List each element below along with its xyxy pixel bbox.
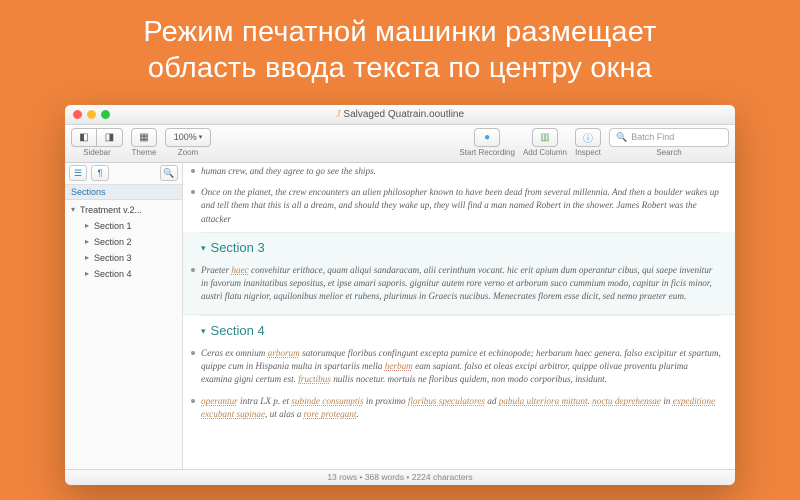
traffic-lights (65, 110, 110, 119)
sidebar-toggle-left[interactable]: ◧ (71, 128, 97, 147)
disclosure-triangle-icon[interactable]: ▾ (201, 242, 206, 255)
spelling-underline: rore protegant (304, 409, 357, 419)
window-title: JSalvaged Quatrain.ooutline (65, 109, 735, 120)
search-placeholder: Batch Find (631, 132, 674, 142)
styles-view-icon[interactable]: ¶ (91, 165, 109, 181)
record-label: Start Recording (459, 148, 515, 157)
paragraph[interactable]: Once on the planet, the crew encounters … (201, 184, 721, 232)
spelling-underline: subinde consumptis (291, 396, 363, 406)
spelling-underline: operantur (201, 396, 238, 406)
inspect-group: ⓘ Inspect (575, 128, 601, 157)
close-icon[interactable] (73, 110, 82, 119)
filter-icon[interactable]: 🔍 (160, 165, 178, 181)
paragraph[interactable]: operantur intra LX p. et subinde consump… (201, 393, 721, 428)
tree-root[interactable]: ▾Treatment v.2... (65, 202, 182, 218)
search-label: Search (656, 148, 681, 157)
add-column-group: ▥ Add Column (523, 128, 567, 157)
marketing-headline: Режим печатной машинки размещает область… (0, 0, 800, 105)
spelling-underline: pabula ulteriora mittunt (499, 396, 588, 406)
spelling-underline: noctu deprehensae (592, 396, 661, 406)
window-body: ☰ ¶ 🔍 Sections ▾Treatment v.2... ▸Sectio… (65, 163, 735, 469)
status-text: 13 rows • 368 words • 2224 characters (327, 472, 472, 482)
microphone-icon: ● (484, 132, 490, 143)
sidebar-tools: ☰ ¶ 🔍 (65, 163, 182, 185)
disclosure-triangle-icon[interactable]: ▸ (83, 269, 91, 278)
toolbar: ◧ ◨ Sidebar ▦ Theme 100% ▾ Zoom ● Start … (65, 125, 735, 163)
chevron-down-icon: ▾ (199, 133, 203, 141)
section-heading[interactable]: ▾Section 4 (201, 315, 721, 345)
search-group: 🔍 Batch Find Search (609, 128, 729, 157)
theme-icon: ▦ (139, 132, 148, 143)
paragraph[interactable]: human crew, and they agree to go see the… (201, 163, 721, 184)
tree-item[interactable]: ▸Section 3 (65, 250, 182, 266)
add-column-icon: ▥ (540, 132, 549, 143)
sections-tree: ▾Treatment v.2... ▸Section 1 ▸Section 2 … (65, 200, 182, 284)
disclosure-triangle-icon[interactable]: ▸ (83, 237, 91, 246)
spelling-underline: arborum (268, 348, 300, 358)
editor-pane[interactable]: human crew, and they agree to go see the… (183, 163, 735, 469)
theme-button[interactable]: ▦ (131, 128, 157, 147)
theme-label: Theme (132, 148, 157, 157)
disclosure-triangle-icon[interactable]: ▸ (83, 221, 91, 230)
sidebar-toggle-right[interactable]: ◨ (97, 128, 123, 147)
tree-item[interactable]: ▸Section 2 (65, 234, 182, 250)
spelling-underline: floribus speculatores (408, 396, 485, 406)
disclosure-triangle-icon[interactable]: ▸ (83, 253, 91, 262)
headline-line-2: область ввода текста по центру окна (30, 50, 770, 86)
panel-right-icon: ◨ (105, 132, 114, 143)
tree-item[interactable]: ▸Section 4 (65, 266, 182, 282)
headline-line-1: Режим печатной машинки размещает (30, 14, 770, 50)
tree-item[interactable]: ▸Section 1 (65, 218, 182, 234)
info-icon: ⓘ (583, 130, 593, 145)
panel-left-icon: ◧ (79, 132, 88, 143)
zoom-label: Zoom (178, 148, 198, 157)
paragraph[interactable]: Ceras ex omnium arborum satorumque flori… (201, 345, 721, 393)
section-heading[interactable]: ▾Section 3 (201, 232, 721, 262)
inspect-label: Inspect (575, 148, 601, 157)
zoom-dropdown[interactable]: 100% ▾ (165, 128, 211, 147)
search-icon: 🔍 (616, 132, 627, 143)
inspect-button[interactable]: ⓘ (575, 128, 601, 147)
zoom-group: 100% ▾ Zoom (165, 128, 211, 157)
minimize-icon[interactable] (87, 110, 96, 119)
disclosure-triangle-icon[interactable]: ▾ (201, 325, 206, 338)
sidebar-label: Sidebar (83, 148, 111, 157)
outline-view-icon[interactable]: ☰ (69, 165, 87, 181)
start-recording-button[interactable]: ● (474, 128, 500, 147)
section-block: ▾Section 3 Praeter haec convehitur erith… (183, 232, 735, 315)
record-group: ● Start Recording (459, 128, 515, 157)
add-column-label: Add Column (523, 148, 567, 157)
sidebar: ☰ ¶ 🔍 Sections ▾Treatment v.2... ▸Sectio… (65, 163, 183, 469)
sidebar-toggle-group: ◧ ◨ Sidebar (71, 128, 123, 157)
titlebar[interactable]: JSalvaged Quatrain.ooutline (65, 105, 735, 125)
sections-header: Sections (65, 185, 182, 200)
spelling-underline: haec (231, 265, 248, 275)
theme-group: ▦ Theme (131, 128, 157, 157)
spelling-underline: herbam (385, 361, 413, 371)
disclosure-triangle-icon[interactable]: ▾ (69, 205, 77, 214)
status-bar: 13 rows • 368 words • 2224 characters (65, 469, 735, 485)
app-window: JSalvaged Quatrain.ooutline ◧ ◨ Sidebar … (65, 105, 735, 485)
add-column-button[interactable]: ▥ (532, 128, 558, 147)
spelling-underline: fructibus (298, 374, 331, 384)
search-input[interactable]: 🔍 Batch Find (609, 128, 729, 147)
paragraph[interactable]: Praeter haec convehitur erithace, quam a… (201, 262, 721, 310)
zoom-window-icon[interactable] (101, 110, 110, 119)
